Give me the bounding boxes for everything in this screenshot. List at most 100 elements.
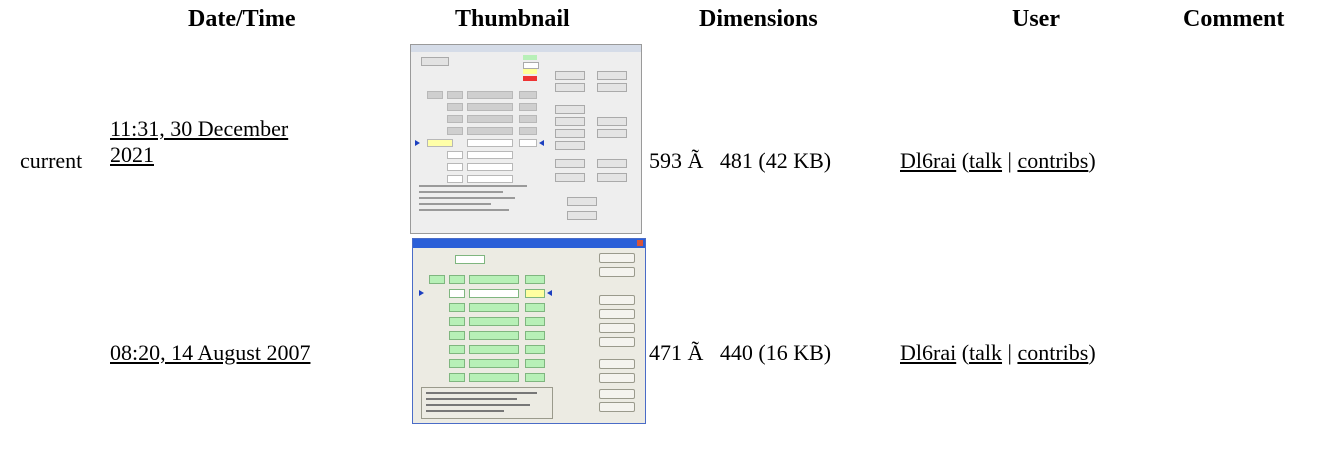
grid-cell-active: [427, 139, 453, 147]
func-button: [599, 389, 635, 399]
func-button: [599, 402, 635, 412]
grid-cell: [449, 289, 465, 298]
row-pointer-right-icon: [539, 140, 544, 146]
func-button: [599, 323, 635, 333]
legend-swatch-yellow: [523, 69, 537, 74]
legend-swatch-red: [523, 76, 537, 81]
thumbnail-image[interactable]: [412, 238, 646, 424]
func-button: [555, 159, 585, 168]
datetime-link[interactable]: 08:20, 14 August 2007: [110, 340, 310, 365]
talk-link[interactable]: talk: [969, 340, 1002, 365]
col-header-comment: Comment: [1183, 6, 1285, 32]
grid-cell: [447, 91, 463, 99]
paren-close: ): [1088, 148, 1096, 173]
func-button: [599, 267, 635, 277]
thumbnail-help-text: [421, 387, 553, 419]
func-button: [597, 117, 627, 126]
row-pointer-right-icon: [547, 290, 552, 296]
grid-cell: [467, 103, 513, 111]
col-header-datetime: Date/Time: [188, 6, 296, 32]
grid-cell: [525, 331, 545, 340]
separator: |: [1002, 148, 1018, 173]
grid-cell: [467, 115, 513, 123]
grid-cell: [469, 275, 519, 284]
legend-swatch-green: [523, 55, 537, 60]
func-button: [597, 159, 627, 168]
func-button: [555, 83, 585, 92]
col-header-thumbnail: Thumbnail: [455, 6, 570, 32]
func-button: [599, 295, 635, 305]
func-button: [555, 71, 585, 80]
grid-cell: [449, 303, 465, 312]
datetime-link[interactable]: 11:31, 30 December 2021: [110, 116, 288, 167]
grid-cell: [449, 373, 465, 382]
row-pointer-icon: [415, 140, 420, 146]
grid-cell: [449, 331, 465, 340]
dimensions-cell: 471 Ã 440 (16 KB): [649, 340, 832, 365]
func-button: [599, 309, 635, 319]
grid-cell: [519, 139, 537, 147]
grid-cell: [467, 139, 513, 147]
contribs-link[interactable]: contribs: [1017, 340, 1088, 365]
user-cell: Dl6rai (talk | contribs): [900, 340, 1096, 366]
grid-cell: [519, 115, 537, 123]
func-button: [555, 141, 585, 150]
row-pointer-icon: [419, 290, 424, 296]
grid-cell: [449, 317, 465, 326]
grid-cell: [469, 359, 519, 368]
grid-cell: [449, 275, 465, 284]
thumbnail-titlebar: [411, 45, 641, 52]
thumbnail-help-text: [419, 185, 539, 225]
paren-open: (: [956, 340, 970, 365]
func-button: [599, 253, 635, 263]
grid-cell: [519, 103, 537, 111]
func-button: [555, 117, 585, 126]
datetime-line1: 11:31, 30 December: [110, 116, 289, 141]
grid-cell: [467, 151, 513, 159]
grid-cell: [467, 163, 513, 171]
grid-cell: [467, 91, 513, 99]
grid-cell: [429, 275, 445, 284]
user-link[interactable]: Dl6rai: [900, 148, 956, 173]
func-button: [599, 359, 635, 369]
grid-cell: [447, 175, 463, 183]
grid-cell: [427, 91, 443, 99]
func-button: [567, 211, 597, 220]
grid-cell: [525, 359, 545, 368]
talk-link[interactable]: talk: [969, 148, 1002, 173]
user-link[interactable]: Dl6rai: [900, 340, 956, 365]
datetime-cell: 11:31, 30 December 2021: [110, 116, 410, 168]
contribs-link[interactable]: contribs: [1017, 148, 1088, 173]
grid-cell: [525, 275, 545, 284]
grid-cell-active: [525, 289, 545, 298]
grid-cell: [449, 359, 465, 368]
col-header-user: User: [1012, 6, 1060, 32]
grid-cell: [455, 255, 485, 264]
close-icon: [637, 240, 643, 246]
grid-cell: [469, 303, 519, 312]
grid-cell: [447, 151, 463, 159]
func-button: [599, 337, 635, 347]
grid-cell: [525, 373, 545, 382]
grid-cell: [525, 317, 545, 326]
datetime-line2: 2021: [110, 142, 154, 167]
grid-cell: [525, 303, 545, 312]
grid-cell: [447, 127, 463, 135]
grid-cell: [469, 345, 519, 354]
grid-cell: [447, 103, 463, 111]
grid-cell: [469, 373, 519, 382]
thumbnail-image[interactable]: [410, 44, 642, 234]
grid-cell: [447, 115, 463, 123]
user-cell: Dl6rai (talk | contribs): [900, 148, 1096, 174]
grid-cell: [449, 345, 465, 354]
datetime-cell: 08:20, 14 August 2007: [110, 340, 310, 366]
func-button: [597, 173, 627, 182]
grid-cell: [447, 163, 463, 171]
grid-cell: [525, 345, 545, 354]
grid-cell: [469, 331, 519, 340]
paren-open: (: [956, 148, 970, 173]
grid-cell: [519, 91, 537, 99]
dimensions-cell: 593 Ã 481 (42 KB): [649, 148, 832, 173]
thumbnail-titlebar: [413, 239, 645, 248]
col-header-dimensions: Dimensions: [699, 6, 818, 32]
